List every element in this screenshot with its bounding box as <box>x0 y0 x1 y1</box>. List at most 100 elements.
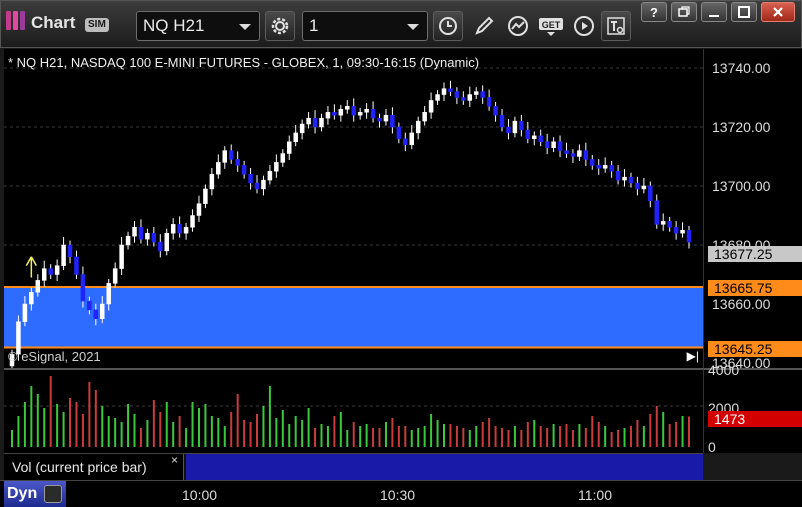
candle-up <box>345 106 350 110</box>
minimize-icon <box>709 15 719 17</box>
candle-down <box>177 224 182 234</box>
candle-down <box>499 114 505 128</box>
candle-up <box>415 120 421 134</box>
candle-down <box>648 185 653 201</box>
candle-up <box>325 112 331 119</box>
candle-up <box>622 176 627 181</box>
clock-button[interactable] <box>433 11 463 41</box>
lock-icon[interactable] <box>44 485 62 503</box>
candle-up <box>306 117 311 125</box>
candle-up <box>293 132 298 143</box>
candle-down <box>635 182 640 190</box>
interval-combo[interactable]: 1 <box>302 11 428 41</box>
window-title: Chart <box>31 13 76 32</box>
price-chart[interactable]: * NQ H21, NASDAQ 100 E-MINI FUTURES - GL… <box>4 49 703 368</box>
template-icon <box>607 17 625 35</box>
candle-up <box>364 109 369 113</box>
template-button[interactable] <box>601 11 631 41</box>
candle-down <box>228 150 234 160</box>
candle-down <box>486 97 492 107</box>
candle-down <box>564 150 569 154</box>
price-axis-label: 13740.00 <box>712 60 771 76</box>
restore-button[interactable] <box>671 2 697 22</box>
candlestick-chart <box>4 67 703 368</box>
symbol-combo[interactable]: NQ H21 <box>136 11 260 41</box>
restore-icon <box>678 6 690 17</box>
candle-up <box>35 280 41 293</box>
help-icon: ? <box>650 5 658 19</box>
candle-down <box>48 268 53 275</box>
draw-tool-button[interactable] <box>469 11 499 41</box>
candle-up <box>170 224 176 234</box>
candle-down <box>583 150 589 160</box>
candle-down <box>151 232 157 243</box>
candle-up <box>473 91 479 95</box>
candle-down <box>615 171 621 181</box>
price-axis[interactable]: 13740.00 13720.00 13700.00 13680.00 1366… <box>703 49 802 371</box>
candle-down <box>241 165 247 175</box>
replay-button[interactable] <box>569 11 599 41</box>
candle-down <box>67 244 73 258</box>
scroll-to-end-icon[interactable]: ▶| <box>687 349 699 363</box>
get-data-button[interactable]: GET <box>536 11 566 41</box>
close-button[interactable] <box>761 2 795 22</box>
maximize-icon <box>738 6 750 18</box>
candle-down <box>351 106 356 116</box>
help-button[interactable]: ? <box>641 2 667 22</box>
minimize-button[interactable] <box>701 2 727 22</box>
svg-text:GET: GET <box>542 20 561 30</box>
candle-up <box>119 244 124 269</box>
volume-axis[interactable]: 4000 2000 0 1473 <box>703 362 802 455</box>
zone-upper-tag: 13665.75 <box>708 280 802 296</box>
candle-down <box>248 173 253 184</box>
candle-up <box>286 141 292 154</box>
volume-axis-label: 4000 <box>708 362 740 378</box>
volume-pane[interactable] <box>4 368 703 453</box>
close-icon <box>773 7 783 17</box>
candle-up <box>641 185 647 190</box>
settings-gear-icon <box>271 17 289 35</box>
candle-up <box>106 283 111 305</box>
candle-up <box>132 227 137 237</box>
time-axis[interactable]: Dyn 10:00 10:30 11:00 <box>0 480 802 507</box>
sim-badge: SIM <box>85 18 109 32</box>
candle-down <box>673 227 679 234</box>
candle-down <box>557 141 563 151</box>
price-axis-label: 13660.00 <box>712 296 771 312</box>
candle-up <box>209 173 215 190</box>
candle-down <box>480 91 485 98</box>
candle-down <box>570 153 576 157</box>
studies-icon <box>508 16 528 36</box>
studies-button[interactable] <box>503 11 533 41</box>
candle-down <box>138 227 144 240</box>
play-icon <box>574 16 594 36</box>
study-label[interactable]: Vol (current price bar) <box>4 454 184 480</box>
interval-value: 1 <box>309 16 319 35</box>
candle-up <box>428 100 434 113</box>
candle-down <box>461 97 466 101</box>
settings-gear-button[interactable] <box>265 11 295 41</box>
title-bar: Chart SIM NQ H21 1 GET ? <box>0 0 802 48</box>
candle-down <box>403 138 408 145</box>
time-axis-label: 10:00 <box>182 487 218 503</box>
candle-down <box>519 120 524 131</box>
study-legend-bar <box>186 454 703 480</box>
candle-down <box>454 91 460 98</box>
candle-up <box>54 265 60 275</box>
volume-bars <box>4 376 703 447</box>
candle-up <box>512 120 518 134</box>
candle-up <box>680 230 685 234</box>
candle-up <box>357 112 363 116</box>
candle-up <box>61 244 66 266</box>
copyright-text: © eSignal, 2021 <box>8 349 101 364</box>
candle-down <box>396 126 402 140</box>
candle-up <box>383 114 389 122</box>
candle-down <box>158 241 163 252</box>
candle-down <box>390 114 395 128</box>
remove-study-icon[interactable]: × <box>171 453 178 467</box>
candle-down <box>590 159 595 166</box>
candle-up <box>22 303 28 322</box>
maximize-button[interactable] <box>731 2 757 22</box>
candle-up <box>29 291 34 305</box>
svg-text:?: ? <box>650 5 658 19</box>
